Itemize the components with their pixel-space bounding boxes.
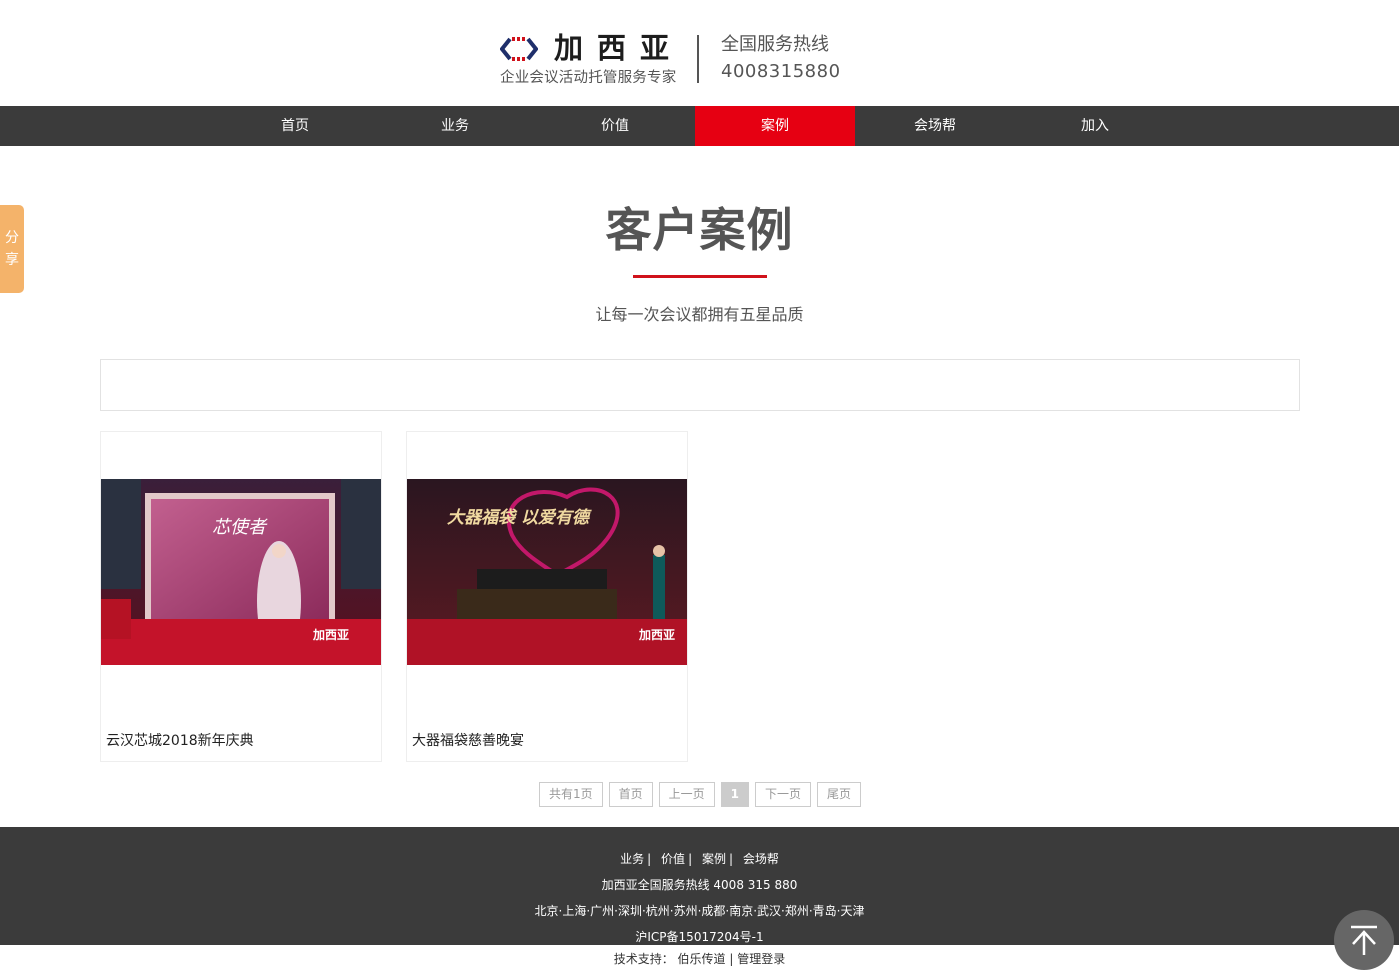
arrow-up-icon bbox=[1351, 925, 1377, 955]
footer-links: 业务 | 价值 | 案例 | 会场帮 bbox=[620, 852, 779, 866]
hotline-block: 全国服务热线 4008315880 bbox=[721, 33, 881, 87]
nav-item-business[interactable]: 业务 bbox=[375, 106, 535, 146]
logo-mark-icon bbox=[500, 37, 538, 61]
header-divider bbox=[697, 35, 699, 83]
page-last-button[interactable]: 尾页 bbox=[817, 782, 862, 807]
footer-cities: 北京·上海·广州·深圳·杭州·苏州·成都·南京·武汉·郑州·青岛·天津 bbox=[534, 904, 865, 918]
nav-item-join[interactable]: 加入 bbox=[1015, 106, 1175, 146]
case-card[interactable]: 芯使者 加西亚 云汉芯城2018新年庆典 bbox=[100, 431, 382, 762]
site-header: 加西亚 企业会议活动托管服务专家 全国服务热线 4008315880 bbox=[0, 0, 1399, 106]
case-image-logo: 加西亚 bbox=[312, 627, 349, 642]
site-footer: 业务 | 价值 | 案例 | 会场帮 加西亚全国服务热线 4008 315 880 北… bbox=[0, 827, 1399, 945]
page-next-button[interactable]: 下一页 bbox=[755, 782, 812, 807]
case-image-logo: 加西亚 bbox=[638, 627, 675, 642]
footer-link-value[interactable]: 价值 bbox=[661, 852, 685, 866]
nav-item-cases[interactable]: 案例 bbox=[695, 106, 855, 146]
support-label: 技术支持： bbox=[613, 952, 674, 966]
logo-tagline: 企业会议活动托管服务专家 bbox=[500, 70, 677, 86]
page-prev-button[interactable]: 上一页 bbox=[658, 782, 715, 807]
support-divider: | bbox=[729, 952, 734, 966]
case-banner-text: 大器福袋 以爱有德 bbox=[447, 508, 592, 528]
back-to-top-button[interactable] bbox=[1334, 910, 1394, 970]
footer-link-venue-help[interactable]: 会场帮 bbox=[743, 852, 779, 866]
nav-item-venue-help[interactable]: 会场帮 bbox=[855, 106, 1015, 146]
pagination: 共有1页 首页 上一页 1 下一页 尾页 bbox=[539, 782, 862, 807]
support-bar: 技术支持： 伯乐传道 | 管理登录 bbox=[0, 945, 1399, 975]
footer-hotline: 加西亚全国服务热线 4008 315 880 bbox=[601, 878, 798, 892]
case-banner-text: 芯使者 bbox=[212, 517, 268, 538]
nav-items: 首页 业务 价值 案例 会场帮 加入 bbox=[215, 106, 1175, 146]
case-photo-gala: 芯使者 加西亚 bbox=[101, 479, 381, 665]
case-title[interactable]: 大器福袋慈善晚宴 bbox=[412, 730, 524, 750]
nav-item-value[interactable]: 价值 bbox=[535, 106, 695, 146]
page-current[interactable]: 1 bbox=[720, 782, 750, 807]
footer-link-business[interactable]: 业务 bbox=[620, 852, 644, 866]
title-underline bbox=[633, 275, 767, 278]
case-image[interactable]: 大器福袋 以爱有德 加西亚 bbox=[407, 479, 687, 665]
case-card[interactable]: 大器福袋 以爱有德 加西亚 大器福袋慈善晚宴 bbox=[406, 431, 688, 762]
hotline-label: 全国服务热线 bbox=[721, 34, 829, 55]
main-nav: 首页 业务 价值 案例 会场帮 加入 bbox=[0, 106, 1399, 146]
nav-item-home[interactable]: 首页 bbox=[215, 106, 375, 146]
page-subtitle: 让每一次会议都拥有五星品质 bbox=[595, 305, 804, 324]
case-photo-charity: 大器福袋 以爱有德 加西亚 bbox=[407, 479, 687, 665]
case-image[interactable]: 芯使者 加西亚 bbox=[101, 479, 381, 665]
page-title: 客户案例 bbox=[605, 203, 794, 257]
page-total: 共有1页 bbox=[539, 782, 603, 807]
page-first-button[interactable]: 首页 bbox=[608, 782, 653, 807]
logo-name: 加西亚 bbox=[554, 31, 684, 65]
footer-link-cases[interactable]: 案例 bbox=[702, 852, 726, 866]
case-title[interactable]: 云汉芯城2018新年庆典 bbox=[106, 730, 254, 750]
support-link[interactable]: 伯乐传道 bbox=[678, 952, 726, 966]
site-logo[interactable]: 加西亚 企业会议活动托管服务专家 bbox=[500, 31, 684, 88]
category-filter-bar bbox=[100, 359, 1300, 411]
admin-login-link[interactable]: 管理登录 bbox=[737, 952, 785, 966]
footer-icp[interactable]: 沪ICP备15017204号-1 bbox=[0, 928, 1399, 946]
hotline-number: 4008315880 bbox=[721, 61, 841, 82]
